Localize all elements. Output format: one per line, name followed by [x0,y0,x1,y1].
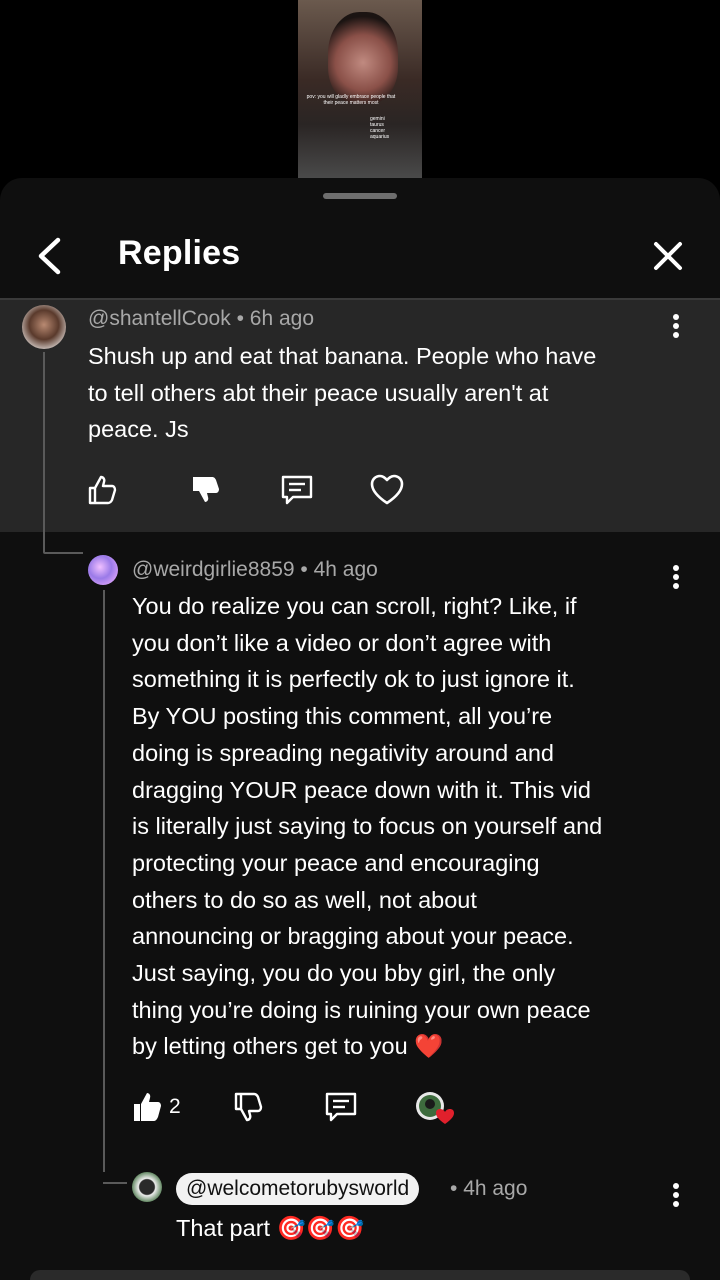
reply-button[interactable] [323,1089,359,1125]
comment-time: • 4h ago [450,1177,528,1200]
close-button[interactable] [644,232,692,280]
author-handle[interactable]: @shantellCook [88,307,231,330]
dislike-button[interactable] [188,472,224,508]
thumb-up-icon [88,475,117,505]
avatar[interactable] [88,555,118,585]
dislike-button[interactable] [231,1089,267,1125]
avatar[interactable] [132,1172,162,1202]
thread-connector [43,552,83,554]
thumb-down-icon [234,1092,263,1122]
page-title: Replies [118,234,241,272]
comment-meta: @shantellCook • 6h ago [88,307,314,330]
video-person [328,12,398,104]
comment-text: You do realize you can scroll, right? Li… [132,593,603,1060]
heart-icon [370,474,404,505]
more-button[interactable] [666,563,686,591]
chevron-left-icon [38,237,61,275]
comment-time: 4h ago [313,558,378,581]
reply-icon [281,475,313,505]
close-icon [654,242,682,270]
like-count: 2 [169,1095,181,1118]
creator-heart-button[interactable] [414,1090,454,1126]
comment-text: That part 🎯🎯🎯 [176,1215,365,1241]
avatar[interactable] [22,305,66,349]
heart-button[interactable] [369,472,405,508]
thread-line [103,590,105,1172]
comment-text: Shush up and eat that banana. People who… [88,343,597,443]
creator-heart-icon [416,1092,454,1124]
more-button[interactable] [666,312,686,340]
thumb-up-icon [134,1093,161,1121]
like-button[interactable] [85,472,121,508]
back-button[interactable] [30,232,74,280]
bottom-input-bar[interactable] [30,1270,690,1280]
more-button[interactable] [666,1181,686,1209]
comment-meta: @weirdgirlie8859 • 4h ago [132,558,378,581]
video-caption: pov: you will gladly embrace people that… [306,94,396,106]
reply-button[interactable] [279,472,315,508]
drag-handle[interactable] [323,193,397,199]
thumb-down-icon [193,477,219,502]
author-handle[interactable]: @weirdgirlie8859 [132,558,295,581]
thread-connector [103,1182,127,1184]
mention-chip[interactable]: @welcometorubysworld [176,1173,420,1205]
video-thumbnail[interactable]: pov: you will gladly embrace people that… [298,0,422,178]
reply-icon [325,1092,357,1122]
like-button[interactable] [130,1089,166,1125]
thread-line [43,352,45,552]
video-signs: gemini taurus cancer aquarius [370,116,390,140]
comment-time: 6h ago [249,307,314,330]
